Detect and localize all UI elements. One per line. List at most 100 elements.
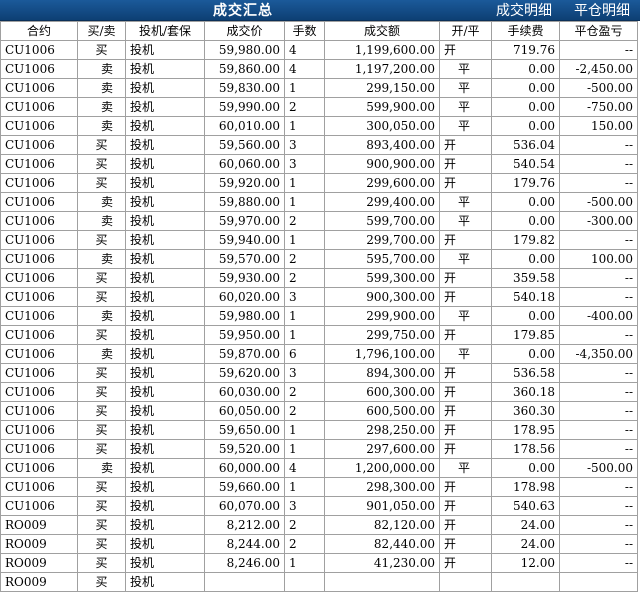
cell-lots: 6 bbox=[284, 344, 325, 364]
cell-side: 卖 bbox=[77, 116, 126, 136]
table-row[interactable]: CU1006 买投机 60,030.00 2 600,300.00 开 360.18 -- bbox=[0, 382, 638, 402]
cell-side: 卖 bbox=[77, 306, 126, 326]
table-row[interactable]: CU1006 买投机 59,650.00 1 298,250.00 开 178.95 -- bbox=[0, 420, 638, 440]
table-row[interactable]: CU1006 买投机 59,520.00 1 297,600.00 开 178.56 -- bbox=[0, 439, 638, 459]
cell-lots: 1 bbox=[284, 230, 325, 250]
cell-price: 59,860.00 bbox=[204, 59, 285, 79]
cell-contract: CU1006 bbox=[0, 344, 78, 364]
cell-fee: 0.00 bbox=[491, 344, 560, 364]
cell-contract: CU1006 bbox=[0, 477, 78, 497]
cell-close-pnl: -400.00 bbox=[559, 306, 638, 326]
tab-trade-summary[interactable]: 成交汇总 bbox=[0, 0, 486, 20]
cell-lots: 3 bbox=[284, 363, 325, 383]
col-header-side[interactable]: 买/卖 bbox=[77, 21, 126, 41]
table-row[interactable]: CU1006 买投机 60,060.00 3 900,900.00 开 540.54 -- bbox=[0, 154, 638, 174]
table-row[interactable]: CU1006 买投机 59,980.00 4 1,199,600.00 开 719.76 -- bbox=[0, 40, 638, 60]
cell-contract: CU1006 bbox=[0, 173, 78, 193]
table-row[interactable]: CU1006 卖投机 59,860.00 4 1,197,200.00 平 0.00 -2,4… bbox=[0, 59, 638, 79]
col-header-contract[interactable]: 合约 bbox=[0, 21, 78, 41]
cell-fee: 0.00 bbox=[491, 192, 560, 212]
table-row[interactable]: CU1006 买投机 60,050.00 2 600,500.00 开 360.30 -- bbox=[0, 401, 638, 421]
table-row[interactable]: CU1006 买投机 59,660.00 1 298,300.00 开 178.98 -- bbox=[0, 477, 638, 497]
cell-open-close: 开 bbox=[439, 40, 492, 60]
cell-side: 买 bbox=[77, 230, 126, 250]
cell-fee: 179.76 bbox=[491, 173, 560, 193]
table-row[interactable]: CU1006 买投机 59,560.00 3 893,400.00 开 536.04 -- bbox=[0, 135, 638, 155]
cell-amount: 600,300.00 bbox=[324, 382, 440, 402]
table-row[interactable]: CU1006 卖投机 59,570.00 2 595,700.00 平 0.00 100.00 bbox=[0, 249, 638, 269]
col-header-close-pnl[interactable]: 平仓盈亏 bbox=[559, 21, 638, 41]
table-row[interactable]: RO009 买投机 8,246.00 1 41,230.00 开 12.00 -- bbox=[0, 553, 638, 573]
cell-close-pnl: -4,350.00 bbox=[559, 344, 638, 364]
title-bar: 成交汇总 成交明细 平仓明细 bbox=[0, 0, 640, 21]
cell-lots: 1 bbox=[284, 477, 325, 497]
col-header-lots[interactable]: 手数 bbox=[284, 21, 325, 41]
cell-close-pnl: -- bbox=[559, 287, 638, 307]
cell-fee: 178.95 bbox=[491, 420, 560, 440]
cell-price: 59,650.00 bbox=[204, 420, 285, 440]
tab-close-detail[interactable]: 平仓明细 bbox=[564, 0, 640, 20]
cell-open-close: 开 bbox=[439, 534, 492, 554]
table-row[interactable]: CU1006 买投机 59,930.00 2 599,300.00 开 359.58 -- bbox=[0, 268, 638, 288]
cell-side: 买 bbox=[77, 477, 126, 497]
table-row[interactable]: CU1006 卖投机 60,000.00 4 1,200,000.00 平 0.00 -500… bbox=[0, 458, 638, 478]
cell-open-close: 开 bbox=[439, 287, 492, 307]
cell-fee: 0.00 bbox=[491, 59, 560, 79]
col-header-amount[interactable]: 成交额 bbox=[324, 21, 440, 41]
cell-side: 卖 bbox=[77, 78, 126, 98]
cell-side: 买 bbox=[77, 40, 126, 60]
cell-lots: 3 bbox=[284, 287, 325, 307]
cell-fee: 179.85 bbox=[491, 325, 560, 345]
cell-open-close: 平 bbox=[439, 344, 492, 364]
cell-lots: 2 bbox=[284, 268, 325, 288]
cell-close-pnl: -- bbox=[559, 553, 638, 573]
cell-lots: 2 bbox=[284, 249, 325, 269]
cell-amount: 595,700.00 bbox=[324, 249, 440, 269]
cell-amount: 1,796,100.00 bbox=[324, 344, 440, 364]
table-row[interactable]: CU1006 卖投机 59,970.00 2 599,700.00 平 0.00 -300.0… bbox=[0, 211, 638, 231]
table-row[interactable]: CU1006 卖投机 59,990.00 2 599,900.00 平 0.00 -750.0… bbox=[0, 97, 638, 117]
table-row[interactable]: CU1006 买投机 59,950.00 1 299,750.00 开 179.85 -- bbox=[0, 325, 638, 345]
cell-open-close: 开 bbox=[439, 230, 492, 250]
cell-price: 59,660.00 bbox=[204, 477, 285, 497]
table-row[interactable]: CU1006 卖投机 59,980.00 1 299,900.00 平 0.00 -400.0… bbox=[0, 306, 638, 326]
cell-contract: CU1006 bbox=[0, 401, 78, 421]
table-row[interactable]: CU1006 卖投机 60,010.00 1 300,050.00 平 0.00 150.00 bbox=[0, 116, 638, 136]
cell-side: 买 bbox=[77, 439, 126, 459]
col-header-fee[interactable]: 手续费 bbox=[491, 21, 560, 41]
table-row[interactable]: RO009 买投机 8,212.00 2 82,120.00 开 24.00 -- bbox=[0, 515, 638, 535]
col-header-open-close[interactable]: 开/平 bbox=[439, 21, 492, 41]
cell-amount: 297,600.00 bbox=[324, 439, 440, 459]
cell-contract: CU1006 bbox=[0, 40, 78, 60]
col-header-price[interactable]: 成交价 bbox=[204, 21, 285, 41]
cell-amount: 599,300.00 bbox=[324, 268, 440, 288]
table-row[interactable]: RO009 买投机 8,244.00 2 82,440.00 开 24.00 -- bbox=[0, 534, 638, 554]
table-row[interactable]: CU1006 卖投机 59,880.00 1 299,400.00 平 0.00 -500.0… bbox=[0, 192, 638, 212]
table-row[interactable]: CU1006 买投机 59,920.00 1 299,600.00 开 179.76 -- bbox=[0, 173, 638, 193]
cell-side: 买 bbox=[77, 553, 126, 573]
col-header-hedge-type[interactable]: 投机/套保 bbox=[125, 21, 205, 41]
cell-hedge-type: 投机 bbox=[125, 287, 205, 307]
table-row[interactable]: RO009 买投机 bbox=[0, 572, 638, 592]
cell-hedge-type: 投机 bbox=[125, 59, 205, 79]
cell-hedge-type: 投机 bbox=[125, 173, 205, 193]
cell-amount: 599,700.00 bbox=[324, 211, 440, 231]
cell-price: 60,070.00 bbox=[204, 496, 285, 516]
cell-price: 59,990.00 bbox=[204, 97, 285, 117]
table-row[interactable]: CU1006 卖投机 59,870.00 6 1,796,100.00 平 0.00 -4,3… bbox=[0, 344, 638, 364]
table-row[interactable]: CU1006 买投机 60,020.00 3 900,300.00 开 540.18 -- bbox=[0, 287, 638, 307]
cell-side: 买 bbox=[77, 154, 126, 174]
cell-fee: 540.63 bbox=[491, 496, 560, 516]
table-row[interactable]: CU1006 买投机 59,940.00 1 299,700.00 开 179.82 -- bbox=[0, 230, 638, 250]
table-row[interactable]: CU1006 买投机 60,070.00 3 901,050.00 开 540.63 -- bbox=[0, 496, 638, 516]
table-row[interactable]: CU1006 买投机 59,620.00 3 894,300.00 开 536.58 -- bbox=[0, 363, 638, 383]
tab-trade-detail[interactable]: 成交明细 bbox=[486, 0, 562, 20]
cell-close-pnl: -- bbox=[559, 439, 638, 459]
cell-side: 卖 bbox=[77, 97, 126, 117]
cell-contract: CU1006 bbox=[0, 230, 78, 250]
cell-fee: 0.00 bbox=[491, 249, 560, 269]
cell-side: 买 bbox=[77, 515, 126, 535]
cell-amount: 900,300.00 bbox=[324, 287, 440, 307]
table-row[interactable]: CU1006 卖投机 59,830.00 1 299,150.00 平 0.00 -500.0… bbox=[0, 78, 638, 98]
cell-open-close: 开 bbox=[439, 154, 492, 174]
